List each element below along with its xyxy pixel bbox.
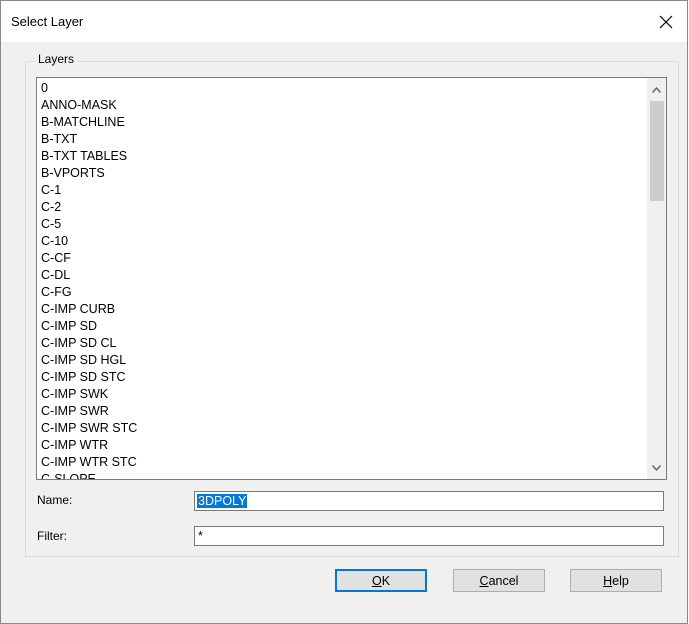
chevron-up-icon [652, 86, 661, 93]
layer-list-item[interactable]: C-IMP SD HGL [41, 353, 641, 370]
scroll-down-button[interactable] [647, 458, 666, 477]
name-input-value: 3DPOLY [197, 494, 248, 508]
layer-list-item[interactable]: C-DL [41, 268, 641, 285]
close-icon [659, 15, 673, 29]
layer-list-item[interactable]: B-TXT [41, 132, 641, 149]
cancel-button[interactable]: Cancel [453, 569, 545, 592]
window-title: Select Layer [11, 14, 84, 29]
ok-button-accel: O [371, 573, 382, 588]
layer-list-item[interactable]: C-IMP SD [41, 319, 641, 336]
name-input[interactable]: 3DPOLY [194, 491, 664, 511]
dialog-body: Layers 0 ANNO-MASK B-MATCHLINE B-TXT B-TXT T… [1, 42, 687, 623]
scroll-up-button[interactable] [647, 80, 666, 99]
layer-list-item[interactable]: C-FG [41, 285, 641, 302]
layer-list-item[interactable]: C-SLOPE [41, 472, 641, 479]
layers-groupbox-label: Layers [35, 52, 78, 66]
layers-list: 0 ANNO-MASK B-MATCHLINE B-TXT B-TXT TABLES B-… [41, 81, 641, 479]
layer-list-item[interactable]: C-IMP WTR STC [41, 455, 641, 472]
close-button[interactable] [651, 7, 681, 37]
layer-list-item[interactable]: ANNO-MASK [41, 98, 641, 115]
help-button[interactable]: Help [570, 569, 662, 592]
chevron-down-icon [652, 464, 661, 471]
layer-list-item[interactable]: B-MATCHLINE [41, 115, 641, 132]
layer-list-item[interactable]: C-IMP CURB [41, 302, 641, 319]
filter-input[interactable]: * [194, 526, 664, 546]
layer-list-item[interactable]: C-IMP WTR [41, 438, 641, 455]
cancel-button-accel: C [479, 573, 489, 588]
layers-scrollbar[interactable] [647, 78, 666, 479]
layer-list-item[interactable]: C-IMP SWR STC [41, 421, 641, 438]
help-button-accel: H [603, 573, 613, 588]
layer-list-item[interactable]: C-10 [41, 234, 641, 251]
layer-list-item[interactable]: C-IMP SD CL [41, 336, 641, 353]
cancel-button-label: ancel [488, 573, 519, 588]
select-layer-dialog: Select Layer Layers 0 ANNO-MASK B-MATCHLIN… [0, 0, 688, 624]
layer-list-item[interactable]: C-CF [41, 251, 641, 268]
layer-list-item[interactable]: B-TXT TABLES [41, 149, 641, 166]
filter-label: Filter: [37, 529, 67, 543]
name-label: Name: [37, 493, 73, 507]
ok-button-label: K [381, 573, 391, 588]
scroll-thumb[interactable] [650, 101, 664, 201]
ok-button[interactable]: OK [335, 569, 427, 592]
layer-list-item[interactable]: 0 [41, 81, 641, 98]
layer-list-item[interactable]: C-IMP SWR [41, 404, 641, 421]
layer-list-item[interactable]: C-1 [41, 183, 641, 200]
layers-listbox[interactable]: 0 ANNO-MASK B-MATCHLINE B-TXT B-TXT TABLES B-… [36, 77, 667, 480]
help-button-label: elp [612, 573, 629, 588]
layer-list-item[interactable]: B-VPORTS [41, 166, 641, 183]
layer-list-item[interactable]: C-2 [41, 200, 641, 217]
filter-input-value: * [198, 529, 203, 543]
layer-list-item[interactable]: C-5 [41, 217, 641, 234]
title-bar: Select Layer [1, 1, 687, 42]
layer-list-item[interactable]: C-IMP SWK [41, 387, 641, 404]
layer-list-item[interactable]: C-IMP SD STC [41, 370, 641, 387]
